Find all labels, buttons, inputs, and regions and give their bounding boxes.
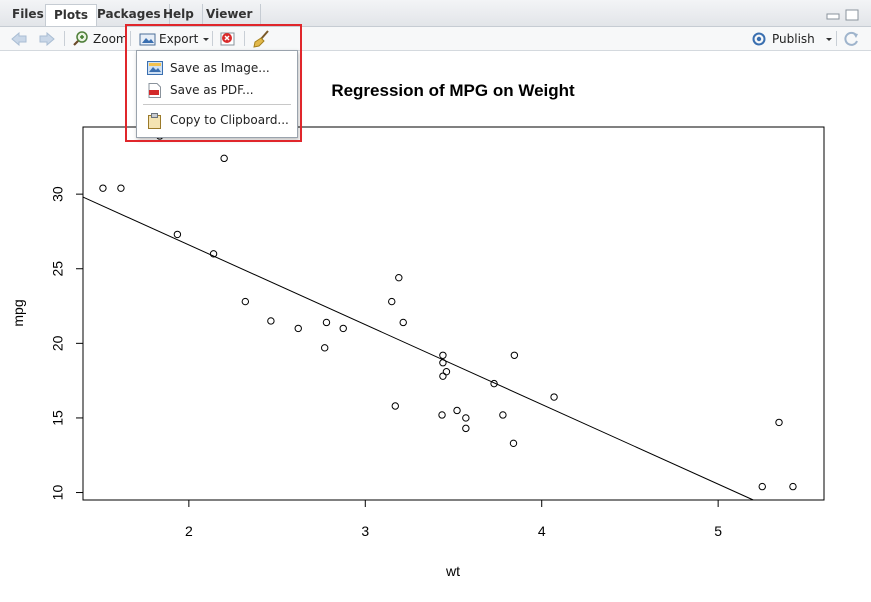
chevron-down-icon [825, 37, 832, 41]
data-point [395, 273, 403, 282]
refresh-icon [844, 31, 858, 46]
data-point [510, 351, 519, 359]
back-button[interactable] [10, 27, 28, 50]
export-dropdown-menu: Save as Image... Save as PDF... Copy to … [136, 50, 298, 138]
data-point [758, 482, 766, 491]
chart-title: Regression of MPG on Weight [331, 81, 575, 100]
regression-line [82, 196, 754, 501]
data-point [322, 318, 331, 327]
export-icon [139, 33, 156, 45]
x-tick-label: 4 [538, 523, 546, 539]
data-point [789, 482, 797, 491]
clipboard-icon [148, 113, 161, 129]
menu-item-copy-to-clipboard[interactable]: Copy to Clipboard... [137, 109, 297, 131]
y-tick-label: 10 [50, 485, 66, 501]
data-points [99, 132, 797, 491]
data-point [509, 439, 518, 448]
publish-label: Publish [772, 31, 815, 46]
publish-button[interactable]: Publish [750, 27, 835, 50]
menu-item-save-as-image[interactable]: Save as Image... [137, 57, 297, 79]
data-point [439, 372, 447, 380]
data-point [339, 324, 347, 333]
image-icon [147, 61, 163, 75]
export-button[interactable]: Export [139, 27, 212, 50]
tab-viewer[interactable]: Viewer [198, 4, 262, 25]
data-point [241, 297, 250, 306]
zoom-button[interactable]: Zoom [72, 27, 128, 50]
x-tick-label: 3 [361, 523, 369, 539]
data-point [117, 184, 125, 192]
pane-tab-bar: Files Plots Packages Help Viewer [0, 0, 871, 27]
zoom-label: Zoom [93, 31, 128, 46]
remove-plot-button[interactable] [219, 27, 237, 50]
data-point [267, 317, 275, 325]
data-point [439, 359, 447, 367]
data-point [438, 411, 446, 419]
forward-arrow-icon [39, 31, 55, 46]
menu-item-label: Copy to Clipboard... [170, 113, 289, 127]
data-point [439, 351, 447, 359]
data-point [499, 411, 507, 419]
menu-item-label: Save as Image... [170, 61, 270, 75]
data-point [99, 184, 107, 192]
x-axis: 2 3 4 5 [185, 499, 722, 539]
data-point [775, 418, 783, 427]
menu-separator [143, 104, 291, 105]
data-point [173, 230, 182, 239]
zoom-icon [73, 30, 88, 46]
y-tick-label: 25 [50, 261, 66, 277]
plot-frame [82, 126, 825, 501]
data-point [294, 324, 302, 333]
clear-all-plots-button[interactable] [252, 27, 272, 50]
data-point [442, 367, 451, 376]
x-tick-label: 5 [714, 523, 722, 539]
y-axis: 10 15 20 25 30 [50, 186, 84, 501]
export-label: Export [159, 31, 199, 46]
menu-item-save-as-pdf[interactable]: Save as PDF... [137, 79, 297, 101]
y-tick-label: 20 [50, 335, 66, 351]
maximize-pane-icon[interactable] [845, 9, 859, 21]
chevron-down-icon [203, 37, 210, 41]
publish-icon [752, 32, 766, 45]
forward-button[interactable] [38, 27, 56, 50]
data-point [220, 154, 228, 163]
tab-help[interactable]: Help [155, 4, 203, 25]
regression-scatter-plot: Regression of MPG on Weight 2 3 4 5 10 15 20 2… [10, 81, 825, 579]
data-point [462, 414, 470, 422]
pdf-icon [148, 83, 161, 98]
x-tick-label: 2 [185, 523, 193, 539]
y-tick-label: 15 [50, 410, 66, 426]
back-arrow-icon [11, 31, 27, 46]
remove-plot-icon [220, 32, 235, 45]
data-point [453, 406, 461, 415]
data-point [391, 402, 399, 410]
data-point [388, 297, 396, 306]
y-tick-label: 30 [50, 186, 66, 202]
broom-icon [253, 29, 269, 48]
y-axis-label: mpg [10, 299, 26, 326]
data-point [399, 318, 407, 327]
data-point [321, 344, 329, 352]
menu-item-label: Save as PDF... [170, 83, 254, 97]
plots-toolbar: Zoom Export Publish [0, 27, 871, 51]
x-axis-label: wt [445, 563, 460, 579]
data-point [462, 424, 470, 433]
minimize-pane-icon[interactable] [826, 9, 840, 21]
regression-line-segment [82, 196, 754, 501]
refresh-button[interactable] [843, 27, 861, 50]
data-point [550, 393, 558, 401]
plot-viewer: Regression of MPG on Weight 2 3 4 5 10 15 20 2… [0, 51, 871, 598]
